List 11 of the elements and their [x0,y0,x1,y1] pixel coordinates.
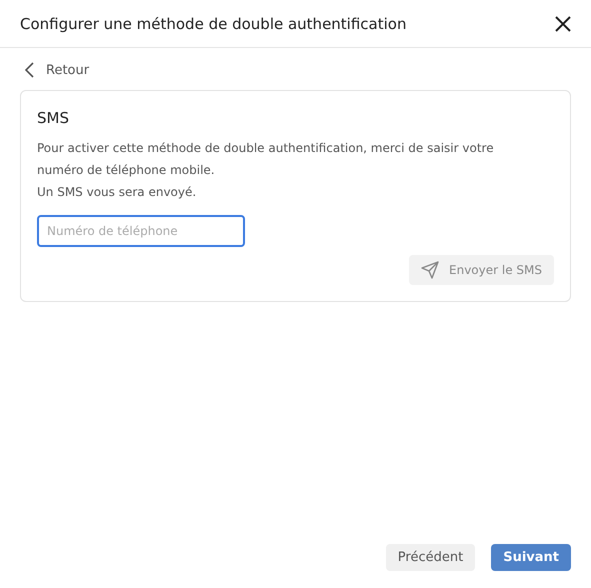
phone-input-field[interactable]: Numéro de téléphone [37,215,245,247]
instruction-text: Pour activer cette méthode de double authentification, merci de saisir votre numéro de téléphone mobile. [37,140,495,179]
next-button[interactable]: Suivant [491,544,571,571]
previous-button[interactable]: Précédent [386,544,476,571]
close-icon[interactable] [555,16,571,32]
back-link[interactable]: Retour [20,62,90,78]
chevron-left-icon [24,62,34,78]
send-icon [421,261,440,279]
instruction-text: Un SMS vous sera envoyé. [37,184,198,201]
dialog-title: Configurer une méthode de double authentification [20,14,406,32]
card-title: SMS [37,109,70,127]
